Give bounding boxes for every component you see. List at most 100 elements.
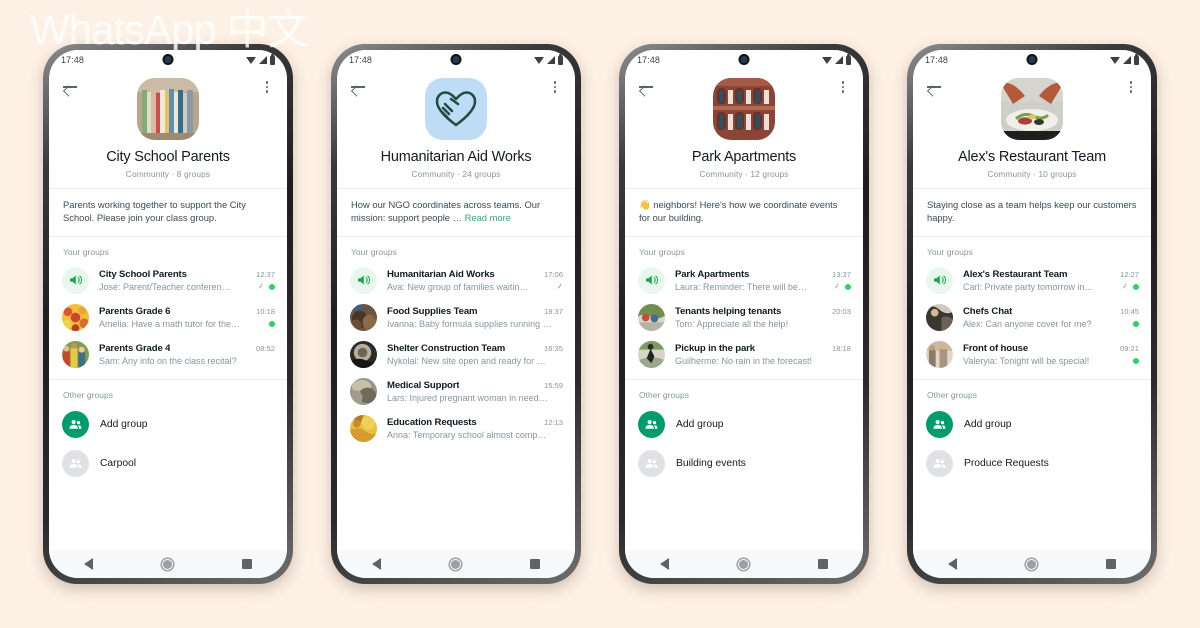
group-timestamp: 10:18 [255, 307, 275, 317]
group-icon [62, 449, 89, 477]
group-list-item[interactable]: Humanitarian Aid Works 17:06 Ava: New gr… [337, 262, 575, 299]
community-description-text: How our NGO coordinates across teams. Ou… [351, 198, 541, 224]
nav-recents-icon[interactable] [818, 559, 829, 569]
community-header: Alex's Restaurant Team Community · 10 gr… [913, 78, 1151, 189]
group-item-markers [255, 282, 275, 291]
community-avatar[interactable] [425, 78, 487, 140]
group-item-bottom: Ivanna: Baby formula supplies running … [387, 319, 563, 329]
group-name: Alex's Restaurant Team [963, 269, 1068, 281]
group-list-item[interactable]: Pickup in the park 18:18 Guilherme: No r… [625, 336, 863, 373]
community-name: Park Apartments [691, 149, 797, 165]
group-item-body: Tenants helping tenants 20:03 Tom: Appre… [675, 306, 851, 329]
camera-notch [738, 54, 750, 65]
community-meta: Community · 10 groups [987, 168, 1077, 179]
group-name: Food Supplies Team [387, 306, 478, 318]
group-list-item[interactable]: Park Apartments 13:37 Laura: Reminder: T… [625, 262, 863, 299]
group-list-item[interactable]: Parents Grade 4 08:52 Sam: Any info on t… [49, 336, 287, 373]
back-arrow-icon[interactable] [638, 79, 654, 95]
nav-recents-icon[interactable] [530, 559, 541, 569]
group-item-markers [1133, 320, 1139, 327]
other-group-item[interactable]: Add group [49, 405, 287, 444]
back-arrow-icon[interactable] [62, 79, 78, 95]
group-list-item[interactable]: City School Parents 12:37 José: Parent/T… [49, 262, 287, 299]
group-icon [926, 449, 953, 477]
group-timestamp: 18:37 [543, 307, 563, 317]
phone-mockup-alexs-restaurant-team: 17:48 Alex's Restaurant Team Community ·… [907, 44, 1157, 584]
unread-badge [1133, 283, 1139, 290]
group-last-message: Lars: Injured pregnant woman in need… [387, 392, 548, 403]
nav-back-icon[interactable] [659, 558, 669, 570]
group-last-message: Valeryia: Tonight will be special! [963, 355, 1090, 366]
other-groups-label: Other groups [63, 389, 114, 400]
other-group-item[interactable]: Carpool [49, 444, 287, 483]
group-avatar [62, 340, 89, 368]
group-avatar [350, 414, 377, 442]
group-timestamp: 15:59 [543, 381, 563, 391]
android-nav-bar [337, 550, 575, 578]
group-name: Parents Grade 4 [99, 343, 171, 355]
community-avatar[interactable] [137, 78, 199, 140]
community-avatar[interactable] [1001, 78, 1063, 140]
group-list-item[interactable]: Chefs Chat 10:45 Alex: Can anyone cover … [913, 299, 1151, 336]
group-timestamp: 08:52 [255, 344, 275, 354]
nav-back-icon[interactable] [83, 558, 93, 570]
group-list-item[interactable]: Tenants helping tenants 20:03 Tom: Appre… [625, 299, 863, 336]
other-group-item[interactable]: Building events [625, 444, 863, 483]
nav-recents-icon[interactable] [1106, 559, 1117, 569]
nav-recents-icon[interactable] [242, 559, 253, 569]
your-groups-list: Humanitarian Aid Works 17:06 Ava: New gr… [337, 262, 575, 447]
group-item-bottom: Valeryia: Tonight will be special! [963, 356, 1139, 366]
phone-mockup-park-apartments: 17:48 Park Apartments Community · 12 gro… [619, 44, 869, 584]
group-timestamp: 20:03 [831, 307, 851, 317]
nav-home-icon[interactable] [449, 558, 461, 570]
nav-back-icon[interactable] [371, 558, 381, 570]
group-list-item[interactable]: Parents Grade 6 10:18 Amelia: Have a mat… [49, 299, 287, 336]
community-description-text: Parents working together to support the … [63, 198, 246, 224]
phone-mockup-humanitarian-aid-works: 17:48 Humanitarian Aid Works Community ·… [331, 44, 581, 584]
group-list-item[interactable]: Medical Support 15:59 Lars: Injured preg… [337, 373, 575, 410]
group-last-message: Alex: Can anyone cover for me? [963, 318, 1092, 329]
group-last-message: Carl: Private party tomorrow in… [963, 281, 1094, 292]
group-item-bottom: Anna: Temporary school almost comp… [387, 430, 563, 440]
group-list-item[interactable]: Food Supplies Team 18:37 Ivanna: Baby fo… [337, 299, 575, 336]
other-group-item[interactable]: Add group [913, 405, 1151, 444]
announcement-avatar [350, 266, 377, 294]
read-more-link[interactable]: Read more [465, 212, 511, 223]
announcement-avatar [638, 266, 665, 294]
community-header: City School Parents Community · 8 groups [49, 78, 287, 189]
group-timestamp: 17:06 [543, 270, 563, 280]
group-timestamp: 12:37 [255, 270, 275, 280]
community-avatar[interactable] [713, 78, 775, 140]
status-icons [822, 53, 851, 65]
nav-back-icon[interactable] [947, 558, 957, 570]
group-list-item[interactable]: Education Requests 12:13 Anna: Temporary… [337, 410, 575, 447]
other-group-label: Add group [100, 418, 148, 430]
group-item-bottom: Lars: Injured pregnant woman in need… [387, 393, 563, 403]
back-arrow-icon[interactable] [926, 79, 942, 95]
group-name: Shelter Construction Team [387, 343, 506, 355]
group-item-top: Front of house 09:21 [963, 343, 1139, 354]
announcement-avatar [926, 266, 953, 294]
your-groups-label: Your groups [63, 246, 109, 257]
group-list-item[interactable]: Front of house 09:21 Valeryia: Tonight w… [913, 336, 1151, 373]
status-bar: 17:48 [913, 50, 1151, 70]
back-arrow-icon[interactable] [350, 79, 366, 95]
nav-home-icon[interactable] [1025, 558, 1037, 570]
group-list-item[interactable]: Alex's Restaurant Team 12:27 Carl: Priva… [913, 262, 1151, 299]
group-item-markers [269, 320, 275, 327]
group-item-body: Pickup in the park 18:18 Guilherme: No r… [675, 343, 851, 366]
group-item-top: Parents Grade 6 10:18 [99, 306, 275, 317]
community-name: City School Parents [106, 149, 230, 165]
other-group-label: Produce Requests [964, 457, 1049, 469]
other-group-item[interactable]: Add group [625, 405, 863, 444]
other-group-item[interactable]: Produce Requests [913, 444, 1151, 483]
group-item-body: Shelter Construction Team 16:35 Nykolai:… [387, 343, 563, 366]
nav-home-icon[interactable] [161, 558, 173, 570]
wifi-icon [246, 56, 256, 64]
group-item-bottom: Nykolai: New site open and ready for … [387, 356, 563, 366]
group-list-item[interactable]: Shelter Construction Team 16:35 Nykolai:… [337, 336, 575, 373]
group-timestamp: 18:18 [831, 344, 851, 354]
camera-notch [1026, 54, 1038, 65]
nav-home-icon[interactable] [737, 558, 749, 570]
other-group-label: Carpool [100, 457, 137, 469]
